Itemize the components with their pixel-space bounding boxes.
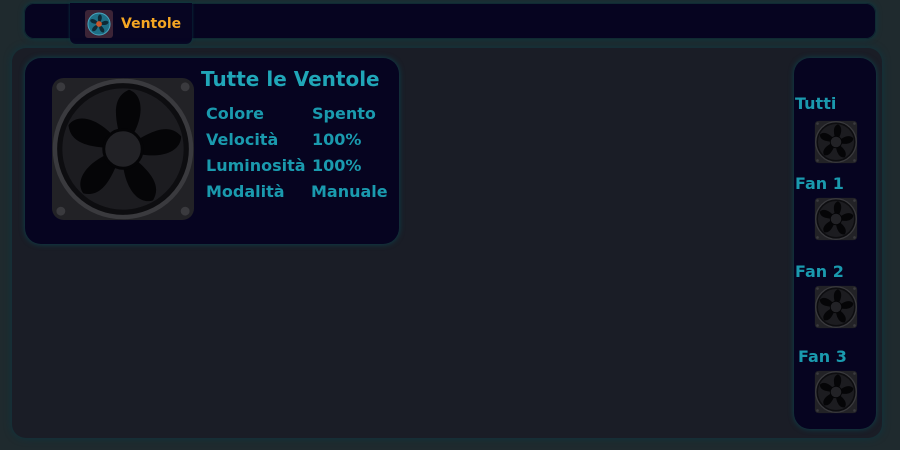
property-color: Colore Spento xyxy=(206,104,406,130)
property-value: 100% xyxy=(312,156,362,175)
property-label: Colore xyxy=(206,104,264,123)
property-label: Velocità xyxy=(206,130,279,149)
fan-label-3: Fan 3 xyxy=(798,347,847,366)
fan-label-1: Fan 1 xyxy=(795,174,844,193)
properties-list: Colore Spento Velocità 100% Luminosità 1… xyxy=(206,104,406,208)
card-title: Tutte le Ventole xyxy=(201,67,380,91)
fan-icon xyxy=(85,9,113,38)
fan-button-3[interactable] xyxy=(814,370,858,414)
fan-button-all[interactable] xyxy=(814,120,858,164)
fan-icon xyxy=(49,75,197,223)
fan-button-2[interactable] xyxy=(814,285,858,329)
property-label: Modalità xyxy=(206,182,285,201)
property-value: 100% xyxy=(312,130,362,149)
property-mode: Modalità Manuale xyxy=(206,182,406,208)
fan-label-2: Fan 2 xyxy=(795,262,844,281)
property-value: Spento xyxy=(312,104,376,123)
property-speed: Velocità 100% xyxy=(206,130,406,156)
tab-ventole[interactable]: Ventole xyxy=(70,3,192,44)
tab-label: Ventole xyxy=(121,15,182,32)
fan-label-all: Tutti xyxy=(795,94,837,113)
property-brightness: Luminosità 100% xyxy=(206,156,406,182)
property-value: Manuale xyxy=(311,182,388,201)
fan-button-1[interactable] xyxy=(814,197,858,241)
fan-group-card[interactable]: Tutte le Ventole Colore Spento Velocità … xyxy=(25,58,399,244)
property-label: Luminosità xyxy=(206,156,306,175)
